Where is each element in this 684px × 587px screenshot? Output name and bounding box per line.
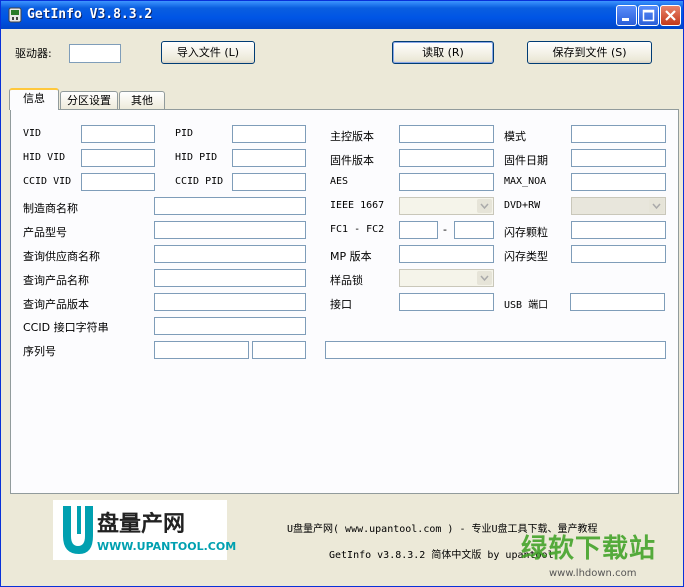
chevron-down-icon — [649, 199, 664, 213]
maximize-button[interactable] — [638, 5, 659, 26]
query-vendor-field[interactable] — [154, 245, 306, 263]
hid-pid-label: HID PID — [175, 152, 218, 163]
tab-partition-settings[interactable]: 分区设置 — [60, 91, 118, 110]
product-model-field[interactable] — [154, 221, 306, 239]
manufacturer-field[interactable] — [154, 197, 306, 215]
mode-field[interactable] — [571, 125, 666, 143]
app-icon — [7, 7, 23, 23]
interface-field[interactable] — [399, 293, 494, 311]
aes-label: AES — [330, 176, 349, 187]
flash-type-label: 闪存类型 — [504, 250, 548, 263]
sample-lock-label: 样品锁 — [330, 274, 363, 287]
product-model-label: 产品型号 — [23, 226, 67, 239]
firmware-date-label: 固件日期 — [504, 154, 548, 167]
watermark-text: 绿软下载站 — [521, 534, 657, 564]
usb-port-field[interactable] — [570, 293, 665, 311]
read-button[interactable]: 读取 (R) — [392, 41, 494, 64]
minimize-icon — [622, 18, 629, 21]
pid-field[interactable] — [232, 125, 306, 143]
footer-line-2: GetInfo v3.8.3.2 简体中文版 by upantool — [329, 550, 554, 561]
ieee1667-label: IEEE 1667 — [330, 200, 385, 211]
serial-label: 序列号 — [23, 345, 56, 358]
window-title: GetInfo V3.8.3.2 — [27, 7, 153, 22]
vid-label: VID — [23, 128, 42, 139]
aes-field[interactable] — [399, 173, 494, 191]
title-bar[interactable]: GetInfo V3.8.3.2 — [1, 1, 683, 29]
serial-field[interactable] — [154, 341, 249, 359]
import-file-button[interactable]: 导入文件 (L) — [161, 41, 255, 64]
sample-lock-select[interactable] — [399, 269, 494, 287]
logo-url-text: WWW.UPANTOOL.COM — [97, 540, 237, 553]
hid-vid-label: HID VID — [23, 152, 66, 163]
flash-type-field[interactable] — [571, 245, 666, 263]
watermark-url: www.lhdown.com — [549, 568, 637, 579]
pid-label: PID — [175, 128, 194, 139]
tab-other[interactable]: 其他 — [119, 91, 165, 110]
max-noa-field[interactable] — [571, 173, 666, 191]
flash-chip-field[interactable] — [571, 221, 666, 239]
hid-vid-field[interactable] — [81, 149, 155, 167]
usb-port-label: USB 端口 — [504, 300, 549, 311]
hid-pid-field[interactable] — [232, 149, 306, 167]
ccid-vid-field[interactable] — [81, 173, 155, 191]
fc-dash: - — [443, 223, 447, 236]
ccid-pid-field[interactable] — [232, 173, 306, 191]
maximize-icon — [642, 9, 655, 22]
main-window: GetInfo V3.8.3.2 驱动器: 导入文件 (L) 读取 (R) 保存… — [0, 0, 684, 587]
drive-label: 驱动器: — [15, 47, 52, 60]
chevron-down-icon — [477, 271, 492, 285]
firmware-version-label: 固件版本 — [330, 154, 374, 167]
upantool-u-icon — [63, 506, 93, 554]
interface-label: 接口 — [330, 298, 352, 311]
minimize-button[interactable] — [616, 5, 637, 26]
fc1-fc2-label: FC1 - FC2 — [330, 224, 385, 235]
manufacturer-label: 制造商名称 — [23, 202, 78, 215]
chevron-down-icon — [477, 199, 492, 213]
fc2-field[interactable] — [454, 221, 494, 239]
query-vendor-label: 查询供应商名称 — [23, 250, 100, 263]
vid-field[interactable] — [81, 125, 155, 143]
ieee1667-select[interactable] — [399, 197, 494, 215]
firmware-date-field[interactable] — [571, 149, 666, 167]
controller-version-field[interactable] — [399, 125, 494, 143]
save-to-file-button[interactable]: 保存到文件 (S) — [527, 41, 652, 64]
ccid-vid-label: CCID VID — [23, 176, 72, 187]
ccid-pid-label: CCID PID — [175, 176, 224, 187]
query-product-label: 查询产品名称 — [23, 274, 89, 287]
mp-version-field[interactable] — [399, 245, 494, 263]
fc1-field[interactable] — [399, 221, 438, 239]
close-icon — [665, 10, 676, 21]
close-button[interactable] — [660, 5, 681, 26]
mp-version-label: MP 版本 — [330, 250, 372, 263]
query-product-field[interactable] — [154, 269, 306, 287]
drive-input[interactable] — [69, 44, 121, 63]
max-noa-label: MAX_NOA — [504, 176, 547, 187]
dvd-rw-select[interactable] — [571, 197, 666, 215]
logo-brand-text: 盘量产网 — [97, 512, 186, 537]
ccid-interface-string-field[interactable] — [154, 317, 306, 335]
controller-version-label: 主控版本 — [330, 130, 374, 143]
query-version-field[interactable] — [154, 293, 306, 311]
mode-label: 模式 — [504, 130, 526, 143]
query-version-label: 查询产品版本 — [23, 298, 89, 311]
ccid-interface-string-label: CCID 接口字符串 — [23, 321, 109, 334]
flash-chip-label: 闪存颗粒 — [504, 226, 548, 239]
upantool-logo[interactable]: 盘量产网 WWW.UPANTOOL.COM — [53, 500, 236, 560]
serial-field-2[interactable] — [252, 341, 306, 359]
firmware-version-field[interactable] — [399, 149, 494, 167]
footer: 盘量产网 WWW.UPANTOOL.COM U盘量产网( www.upantoo… — [1, 496, 683, 586]
tab-info[interactable]: 信息 — [9, 88, 59, 110]
dvd-rw-label: DVD+RW — [504, 200, 541, 211]
serial-detail-field[interactable] — [325, 341, 666, 359]
